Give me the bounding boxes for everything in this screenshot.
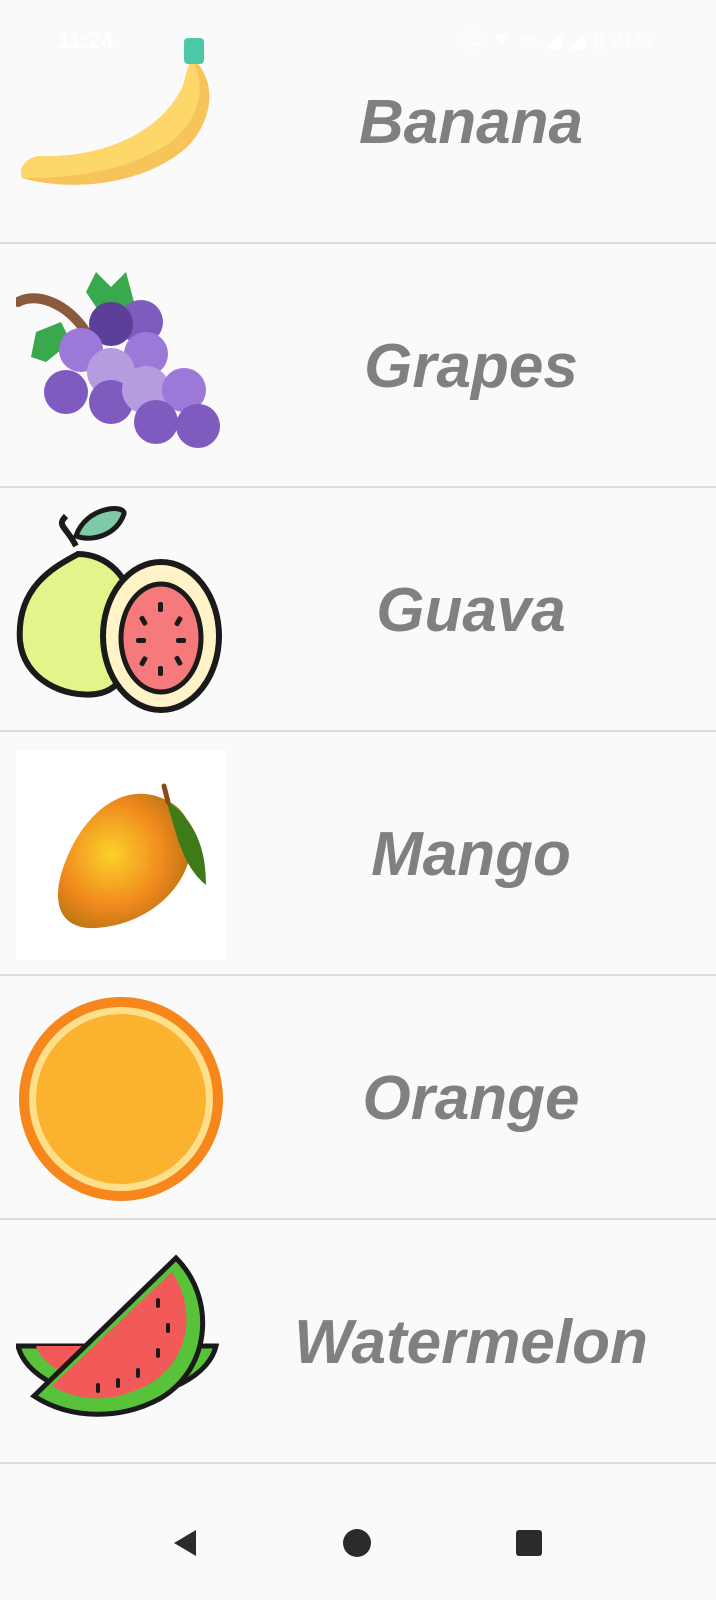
status-time: 11:24 (58, 28, 114, 53)
fruit-list: Banana Grapes Guava Mango Orange Waterme… (0, 0, 716, 1464)
guava-icon (16, 506, 222, 713)
orange-icon (19, 997, 223, 1201)
list-item[interactable]: Orange (0, 976, 716, 1220)
fruit-label: Watermelon (294, 1307, 648, 1377)
battery-icon: ▯ (592, 30, 604, 52)
grapes-icon (16, 272, 220, 448)
signal-icon: ◢ (569, 30, 585, 52)
list-item[interactable]: Grapes (0, 244, 716, 488)
mute-icon: 🔕︎ (458, 30, 484, 52)
list-item[interactable]: Watermelon (0, 1220, 716, 1464)
fruit-label: Guava (376, 575, 566, 645)
wifi-icon: ▼ (491, 29, 512, 51)
recents-icon[interactable] (504, 1518, 554, 1568)
list-item[interactable]: Guava (0, 488, 716, 732)
signal-icon: ◢ (546, 30, 562, 52)
battery-percent: 21% (611, 29, 652, 51)
list-item[interactable]: Mango (0, 732, 716, 976)
fruit-label: Mango (371, 819, 571, 889)
fruit-label: Orange (362, 1063, 580, 1133)
status-icons: 🔕︎ ▼ ▭ ◢ ◢ ▯ 21% (458, 28, 652, 53)
watermelon-icon (16, 1254, 220, 1417)
mango-icon (16, 750, 226, 960)
home-icon[interactable] (332, 1518, 382, 1568)
back-icon[interactable] (160, 1518, 210, 1568)
status-bar: 11:24 🔕︎ ▼ ▭ ◢ ◢ ▯ 21% (0, 0, 716, 80)
system-nav-bar (0, 1490, 716, 1600)
fruit-label: Grapes (364, 331, 578, 401)
sim-icon: ▭ (519, 30, 539, 52)
